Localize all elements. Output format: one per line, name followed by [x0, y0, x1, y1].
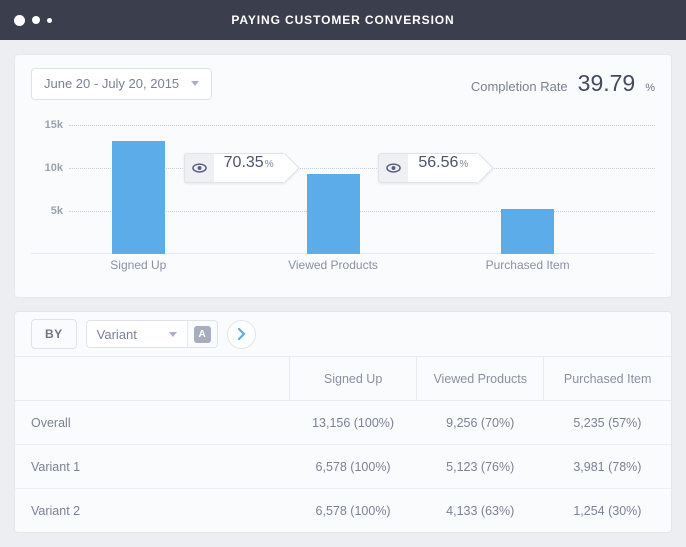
- y-axis-tick: 15k: [44, 118, 63, 131]
- conversion-eye-wrap: [183, 152, 214, 183]
- next-button[interactable]: [226, 319, 256, 349]
- chevron-down-icon: [191, 81, 200, 86]
- completion-rate: Completion Rate 39.79 %: [471, 70, 655, 97]
- table-cell: 13,156 (100%): [289, 400, 417, 445]
- dimension-label: Variant: [96, 326, 137, 342]
- conversion-unit: %: [459, 158, 469, 170]
- dimension-select[interactable]: Variant: [87, 327, 187, 342]
- variant-badge: A: [193, 325, 211, 343]
- table-cell: 6,578 (100%): [315, 503, 391, 518]
- conversion-value: 56.56: [418, 153, 459, 171]
- chevron-right-icon: [237, 328, 245, 340]
- table-cell: 1,254 (30%): [573, 503, 642, 518]
- chart-card: June 20 - July 20, 2015 Completion Rate …: [14, 54, 672, 298]
- breakdown-card: BY Variant A Signed Up Viewed Products Pur…: [14, 311, 672, 533]
- table-cell: 6,578 (100%): [289, 444, 417, 489]
- completion-rate-label: Completion Rate: [470, 79, 568, 94]
- y-axis-tick: 10k: [44, 161, 63, 174]
- y-axis-tick: 5k: [50, 204, 63, 217]
- conversion-arrow-tip: [283, 152, 300, 183]
- table-cell: 4,133 (63%): [446, 503, 515, 518]
- chart-toolbar: June 20 - July 20, 2015 Completion Rate …: [15, 55, 671, 112]
- table-cell: 9,256 (70%): [416, 400, 544, 445]
- window-title: Paying Customer Conversion: [231, 13, 455, 27]
- x-axis-label: Signed Up: [110, 258, 167, 272]
- date-range-label: June 20 - July 20, 2015: [44, 76, 180, 91]
- table-cell: 5,235 (57%): [543, 400, 671, 445]
- breakdown-table: Signed Up Viewed Products Purchased Item O…: [15, 357, 671, 532]
- table-row[interactable]: Variant 2 6,578 (100%) 4,133 (63%) 1,254 (3…: [15, 489, 671, 533]
- chart-bar[interactable]: [501, 208, 555, 254]
- table-row-label: Variant 2: [31, 503, 81, 518]
- window-titlebar: Paying Customer Conversion: [0, 0, 686, 40]
- table-header-row: Signed Up Viewed Products Purchased Item: [15, 357, 671, 401]
- conversion-value: 70.35: [223, 153, 264, 171]
- chart-bar[interactable]: [111, 140, 165, 254]
- completion-rate-unit: %: [645, 82, 655, 94]
- x-axis-label: Viewed Products: [288, 258, 378, 272]
- table-header-cell: Viewed Products: [416, 357, 544, 401]
- dimension-group: Variant A: [85, 320, 218, 348]
- table-cell: 3,981 (78%): [543, 444, 671, 489]
- page-body: June 20 - July 20, 2015 Completion Rate …: [0, 40, 686, 547]
- x-axis-labels: Signed Up Viewed Products Purchased Item: [31, 254, 655, 284]
- completion-rate-value: 39.79: [577, 70, 636, 96]
- conversion-value-wrap: 70.35%: [213, 152, 284, 183]
- chart-bar[interactable]: [306, 174, 360, 254]
- eye-icon: [386, 163, 402, 173]
- eye-icon: [191, 163, 207, 173]
- table-header-blank: [15, 357, 290, 401]
- chevron-down-icon: [168, 331, 177, 337]
- table-body: Overall 13,156 (100%) 9,256 (70%) 5,235 (57…: [15, 400, 671, 533]
- conversion-badge[interactable]: 70.35%: [183, 152, 300, 183]
- table-header-cell: Signed Up: [288, 357, 417, 401]
- table-row-label: Variant 1: [15, 444, 290, 489]
- table-row[interactable]: Variant 1 6,578 (100%) 5,123 (76%) 3,981 (7…: [15, 444, 671, 489]
- x-axis-label: Purchased Item: [485, 258, 570, 272]
- table-cell: 5,123 (76%): [416, 444, 544, 489]
- table-row-label: Overall: [15, 400, 290, 445]
- conversion-badge[interactable]: 56.56%: [378, 152, 494, 183]
- by-button[interactable]: BY: [31, 319, 77, 349]
- conversion-arrow-tip: [478, 152, 494, 183]
- conversion-value-wrap: 56.56%: [408, 152, 479, 183]
- bar-chart-plot: 5k 10k 15k 70.35% 56.56%: [31, 112, 655, 254]
- table-header-cell: Purchased Item: [543, 357, 671, 401]
- date-range-select[interactable]: June 20 - July 20, 2015: [31, 67, 213, 100]
- breakdown-controls: BY Variant A: [15, 312, 671, 357]
- table-row[interactable]: Overall 13,156 (100%) 9,256 (70%) 5,235 (57…: [15, 400, 671, 445]
- gridline: [69, 124, 655, 126]
- conversion-eye-wrap: [378, 152, 409, 183]
- variant-badge-wrap[interactable]: A: [186, 321, 217, 347]
- conversion-unit: %: [264, 158, 274, 170]
